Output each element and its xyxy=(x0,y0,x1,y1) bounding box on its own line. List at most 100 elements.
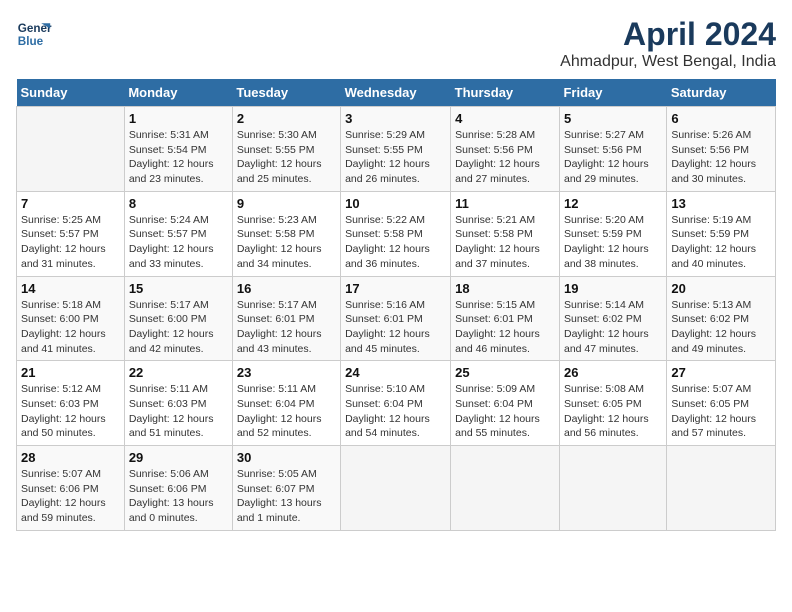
day-number: 18 xyxy=(455,281,555,296)
day-info: Sunrise: 5:18 AMSunset: 6:00 PMDaylight:… xyxy=(21,298,120,357)
col-header-monday: Monday xyxy=(124,79,232,107)
day-number: 16 xyxy=(237,281,336,296)
day-info: Sunrise: 5:31 AMSunset: 5:54 PMDaylight:… xyxy=(129,128,228,187)
day-cell: 12 Sunrise: 5:20 AMSunset: 5:59 PMDayligh… xyxy=(559,191,666,276)
day-cell: 3 Sunrise: 5:29 AMSunset: 5:55 PMDaylight… xyxy=(341,107,451,192)
week-row-4: 21 Sunrise: 5:12 AMSunset: 6:03 PMDayligh… xyxy=(17,361,776,446)
day-cell: 19 Sunrise: 5:14 AMSunset: 6:02 PMDayligh… xyxy=(559,276,666,361)
day-info: Sunrise: 5:20 AMSunset: 5:59 PMDaylight:… xyxy=(564,213,662,272)
day-info: Sunrise: 5:17 AMSunset: 6:00 PMDaylight:… xyxy=(129,298,228,357)
day-number: 10 xyxy=(345,196,446,211)
day-cell: 8 Sunrise: 5:24 AMSunset: 5:57 PMDaylight… xyxy=(124,191,232,276)
day-cell: 6 Sunrise: 5:26 AMSunset: 5:56 PMDaylight… xyxy=(667,107,776,192)
day-info: Sunrise: 5:16 AMSunset: 6:01 PMDaylight:… xyxy=(345,298,446,357)
day-number: 20 xyxy=(671,281,771,296)
day-number: 30 xyxy=(237,450,336,465)
day-cell: 13 Sunrise: 5:19 AMSunset: 5:59 PMDayligh… xyxy=(667,191,776,276)
day-cell: 21 Sunrise: 5:12 AMSunset: 6:03 PMDayligh… xyxy=(17,361,125,446)
calendar-table: SundayMondayTuesdayWednesdayThursdayFrid… xyxy=(16,79,776,531)
day-number: 8 xyxy=(129,196,228,211)
day-number: 25 xyxy=(455,365,555,380)
day-cell: 23Sunrise: 5:11 AMSunset: 6:04 PMDayligh… xyxy=(232,361,340,446)
col-header-thursday: Thursday xyxy=(451,79,560,107)
day-info: Sunrise: 5:10 AMSunset: 6:04 PMDaylight:… xyxy=(345,382,446,441)
day-number: 14 xyxy=(21,281,120,296)
day-number: 2 xyxy=(237,111,336,126)
day-number: 11 xyxy=(455,196,555,211)
day-cell: 24 Sunrise: 5:10 AMSunset: 6:04 PMDayligh… xyxy=(341,361,451,446)
day-number: 27 xyxy=(671,365,771,380)
day-number: 3 xyxy=(345,111,446,126)
day-cell: 5Sunrise: 5:27 AMSunset: 5:56 PMDaylight… xyxy=(559,107,666,192)
svg-text:Blue: Blue xyxy=(18,35,44,48)
day-cell: 25Sunrise: 5:09 AMSunset: 6:04 PMDayligh… xyxy=(451,361,560,446)
day-number: 1 xyxy=(129,111,228,126)
col-header-sunday: Sunday xyxy=(17,79,125,107)
day-info: Sunrise: 5:26 AMSunset: 5:56 PMDaylight:… xyxy=(671,128,771,187)
day-cell: 4Sunrise: 5:28 AMSunset: 5:56 PMDaylight… xyxy=(451,107,560,192)
calendar-header-row: SundayMondayTuesdayWednesdayThursdayFrid… xyxy=(17,79,776,107)
day-cell xyxy=(667,446,776,531)
day-info: Sunrise: 5:24 AMSunset: 5:57 PMDaylight:… xyxy=(129,213,228,272)
title-block: April 2024 Ahmadpur, West Bengal, India xyxy=(560,16,776,71)
day-info: Sunrise: 5:05 AMSunset: 6:07 PMDaylight:… xyxy=(237,467,336,526)
day-cell: 27 Sunrise: 5:07 AMSunset: 6:05 PMDayligh… xyxy=(667,361,776,446)
day-cell: 2 Sunrise: 5:30 AMSunset: 5:55 PMDaylight… xyxy=(232,107,340,192)
day-number: 9 xyxy=(237,196,336,211)
day-info: Sunrise: 5:12 AMSunset: 6:03 PMDaylight:… xyxy=(21,382,120,441)
day-info: Sunrise: 5:07 AMSunset: 6:06 PMDaylight:… xyxy=(21,467,120,526)
day-number: 5 xyxy=(564,111,662,126)
day-info: Sunrise: 5:06 AMSunset: 6:06 PMDaylight:… xyxy=(129,467,228,526)
day-cell: 11 Sunrise: 5:21 AMSunset: 5:58 PMDayligh… xyxy=(451,191,560,276)
day-info: Sunrise: 5:07 AMSunset: 6:05 PMDaylight:… xyxy=(671,382,771,441)
day-cell: 17 Sunrise: 5:16 AMSunset: 6:01 PMDayligh… xyxy=(341,276,451,361)
day-info: Sunrise: 5:29 AMSunset: 5:55 PMDaylight:… xyxy=(345,128,446,187)
day-cell: 1 Sunrise: 5:31 AMSunset: 5:54 PMDaylight… xyxy=(124,107,232,192)
day-number: 15 xyxy=(129,281,228,296)
day-number: 29 xyxy=(129,450,228,465)
day-info: Sunrise: 5:28 AMSunset: 5:56 PMDaylight:… xyxy=(455,128,555,187)
day-number: 12 xyxy=(564,196,662,211)
day-cell xyxy=(451,446,560,531)
col-header-tuesday: Tuesday xyxy=(232,79,340,107)
day-number: 26 xyxy=(564,365,662,380)
week-row-3: 14 Sunrise: 5:18 AMSunset: 6:00 PMDayligh… xyxy=(17,276,776,361)
day-info: Sunrise: 5:21 AMSunset: 5:58 PMDaylight:… xyxy=(455,213,555,272)
day-info: Sunrise: 5:22 AMSunset: 5:58 PMDaylight:… xyxy=(345,213,446,272)
week-row-5: 28Sunrise: 5:07 AMSunset: 6:06 PMDayligh… xyxy=(17,446,776,531)
day-info: Sunrise: 5:15 AMSunset: 6:01 PMDaylight:… xyxy=(455,298,555,357)
day-number: 23 xyxy=(237,365,336,380)
week-row-2: 7Sunrise: 5:25 AMSunset: 5:57 PMDaylight… xyxy=(17,191,776,276)
day-info: Sunrise: 5:30 AMSunset: 5:55 PMDaylight:… xyxy=(237,128,336,187)
day-cell: 29 Sunrise: 5:06 AMSunset: 6:06 PMDayligh… xyxy=(124,446,232,531)
day-info: Sunrise: 5:08 AMSunset: 6:05 PMDaylight:… xyxy=(564,382,662,441)
day-info: Sunrise: 5:14 AMSunset: 6:02 PMDaylight:… xyxy=(564,298,662,357)
day-info: Sunrise: 5:17 AMSunset: 6:01 PMDaylight:… xyxy=(237,298,336,357)
day-number: 7 xyxy=(21,196,120,211)
day-cell: 15 Sunrise: 5:17 AMSunset: 6:00 PMDayligh… xyxy=(124,276,232,361)
day-cell xyxy=(17,107,125,192)
day-cell: 26 Sunrise: 5:08 AMSunset: 6:05 PMDayligh… xyxy=(559,361,666,446)
day-cell xyxy=(559,446,666,531)
day-cell: 18 Sunrise: 5:15 AMSunset: 6:01 PMDayligh… xyxy=(451,276,560,361)
col-header-wednesday: Wednesday xyxy=(341,79,451,107)
day-cell: 14 Sunrise: 5:18 AMSunset: 6:00 PMDayligh… xyxy=(17,276,125,361)
col-header-friday: Friday xyxy=(559,79,666,107)
day-number: 22 xyxy=(129,365,228,380)
day-info: Sunrise: 5:19 AMSunset: 5:59 PMDaylight:… xyxy=(671,213,771,272)
day-info: Sunrise: 5:23 AMSunset: 5:58 PMDaylight:… xyxy=(237,213,336,272)
day-cell: 30 Sunrise: 5:05 AMSunset: 6:07 PMDayligh… xyxy=(232,446,340,531)
day-number: 24 xyxy=(345,365,446,380)
day-info: Sunrise: 5:13 AMSunset: 6:02 PMDaylight:… xyxy=(671,298,771,357)
week-row-1: 1 Sunrise: 5:31 AMSunset: 5:54 PMDaylight… xyxy=(17,107,776,192)
day-cell xyxy=(341,446,451,531)
day-number: 21 xyxy=(21,365,120,380)
day-number: 17 xyxy=(345,281,446,296)
day-cell: 28Sunrise: 5:07 AMSunset: 6:06 PMDayligh… xyxy=(17,446,125,531)
day-cell: 22Sunrise: 5:11 AMSunset: 6:03 PMDayligh… xyxy=(124,361,232,446)
day-number: 6 xyxy=(671,111,771,126)
day-number: 13 xyxy=(671,196,771,211)
day-number: 19 xyxy=(564,281,662,296)
col-header-saturday: Saturday xyxy=(667,79,776,107)
day-cell: 9 Sunrise: 5:23 AMSunset: 5:58 PMDaylight… xyxy=(232,191,340,276)
